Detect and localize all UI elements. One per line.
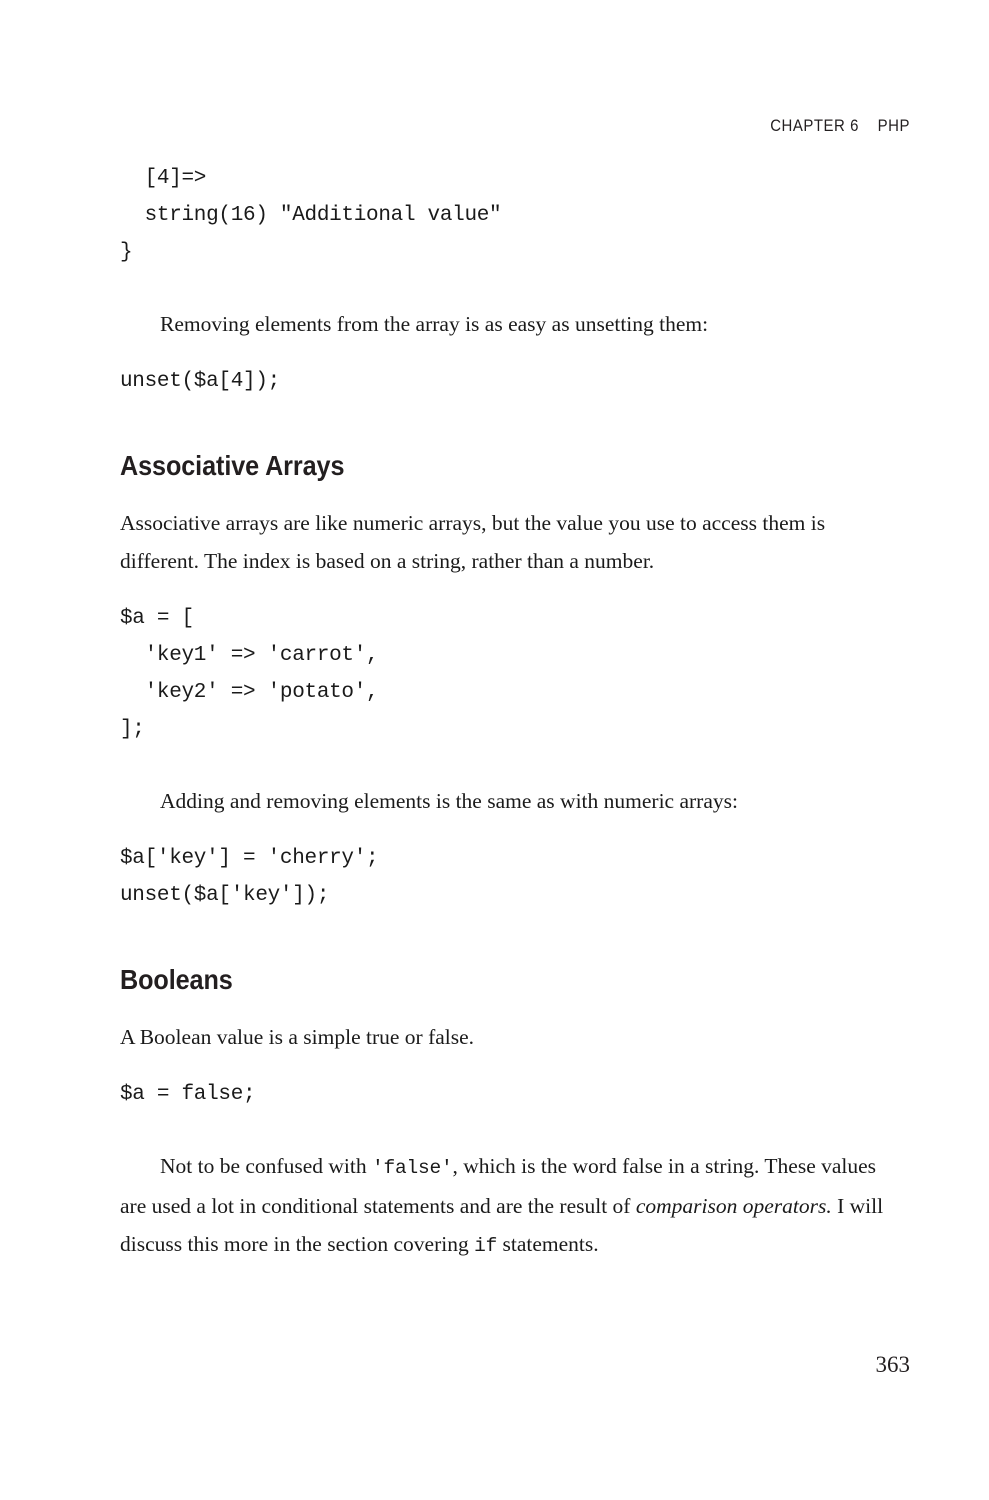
text-run: Not to be confused with xyxy=(160,1154,372,1178)
paragraph-removing-elements: Removing elements from the array is as e… xyxy=(160,312,709,336)
inline-code-false-string: 'false' xyxy=(371,1157,453,1179)
paragraph-associative-intro: Associative arrays are like numeric arra… xyxy=(120,511,826,573)
page-number: 363 xyxy=(875,1352,911,1377)
heading-booleans: Booleans xyxy=(120,964,233,995)
page-content: [4]=> string(16) "Additional value" } Re… xyxy=(120,160,910,1265)
code-block-associative-set-unset: $a['key'] = 'cherry'; unset($a['key']); xyxy=(120,847,379,907)
code-block-associative-literal: $a = [ 'key1' => 'carrot', 'key2' => 'po… xyxy=(120,607,379,741)
inline-code-if: if xyxy=(474,1235,498,1257)
running-head: CHAPTER 6 PHP xyxy=(770,116,910,135)
code-block-var-dump-tail: [4]=> string(16) "Additional value" } xyxy=(120,167,502,264)
paragraph-boolean-intro: A Boolean value is a simple true or fals… xyxy=(120,1025,475,1049)
italic-comparison-operators: comparison operators. xyxy=(635,1194,832,1218)
heading-associative-arrays: Associative Arrays xyxy=(120,450,345,481)
paragraph-adding-removing: Adding and removing elements is the same… xyxy=(160,789,738,813)
code-block-boolean-assign: $a = false; xyxy=(120,1083,256,1106)
text-run: statements. xyxy=(497,1232,599,1256)
book-page: CHAPTER 6 PHP [4]=> string(16) "Addition… xyxy=(0,0,989,1500)
code-block-unset-numeric: unset($a[4]); xyxy=(120,370,280,393)
paragraph-not-to-be-confused: Not to be confused with 'false', which i… xyxy=(120,1147,892,1265)
